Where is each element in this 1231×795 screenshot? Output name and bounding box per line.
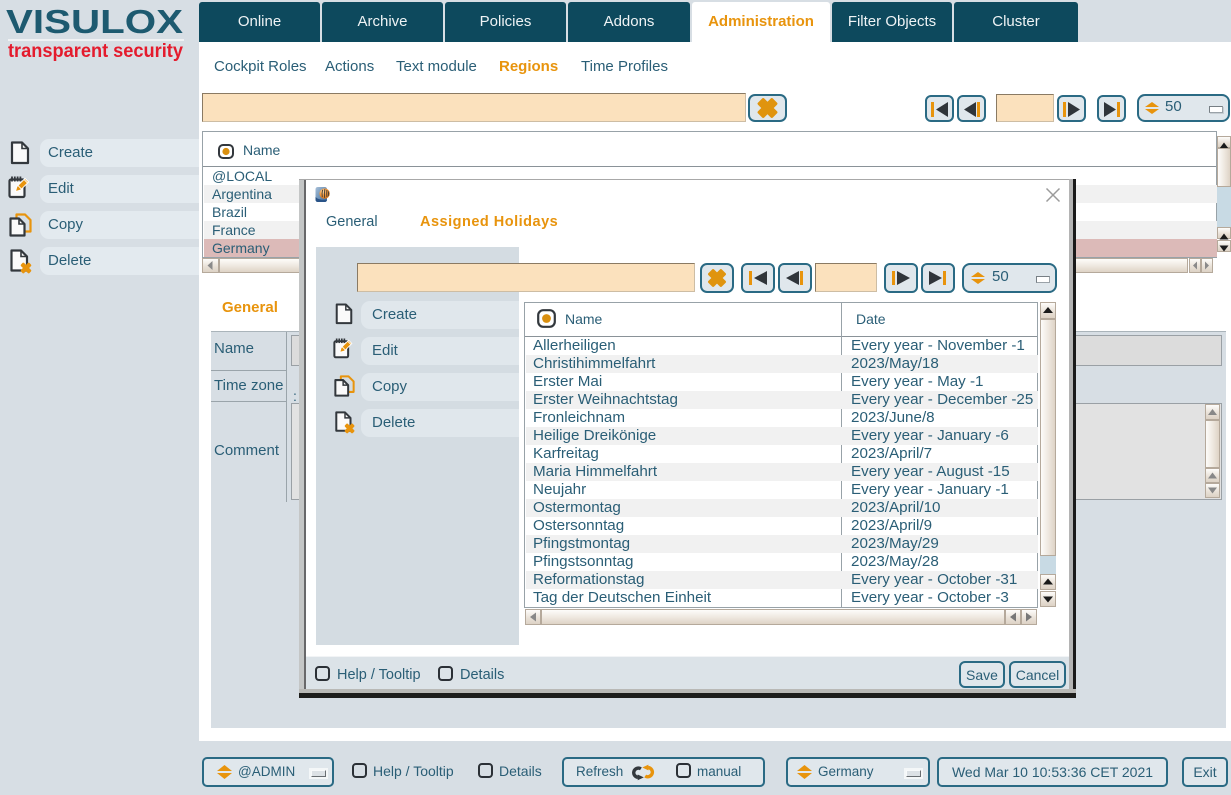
svg-text:transparent security: transparent security (8, 41, 183, 62)
svg-text:VISULOX: VISULOX (6, 4, 184, 40)
